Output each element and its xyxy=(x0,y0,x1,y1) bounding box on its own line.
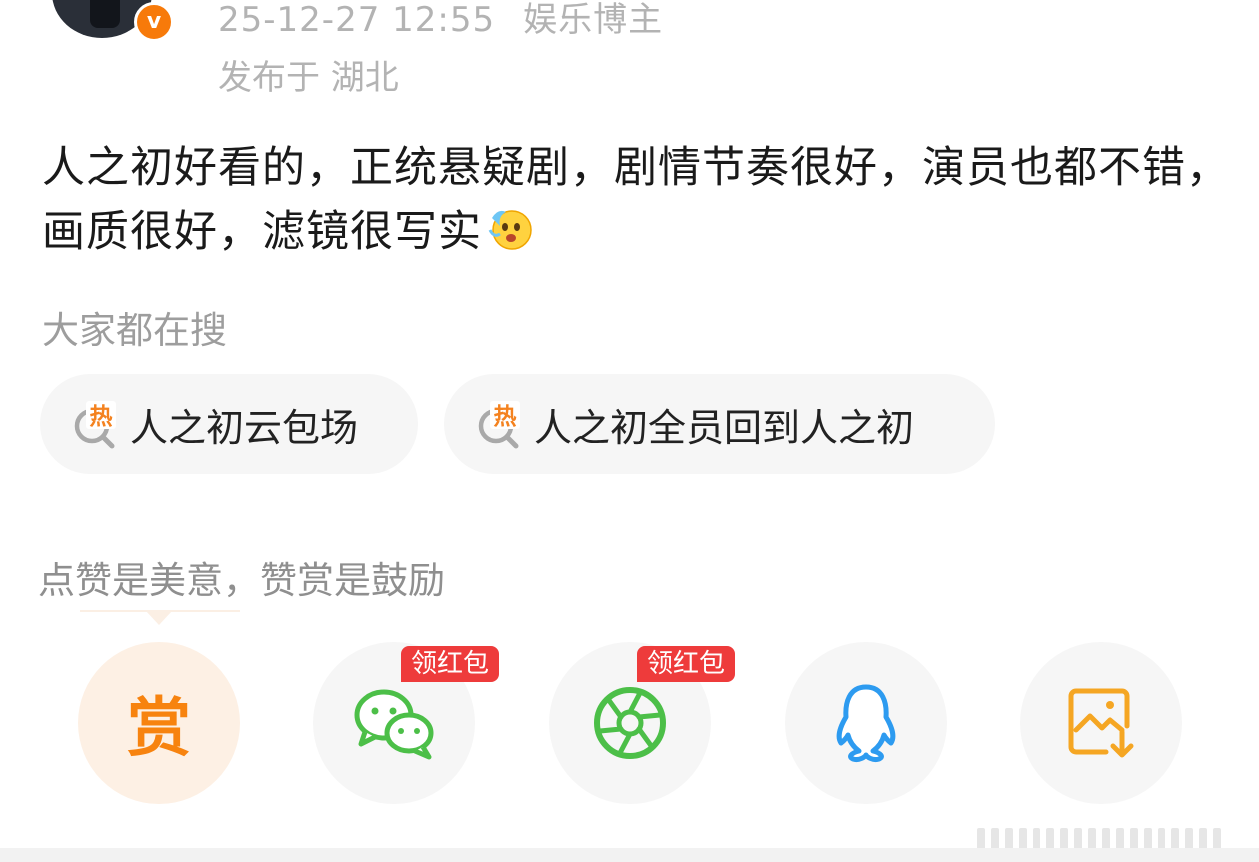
save-image-button[interactable] xyxy=(1020,642,1182,804)
moments-icon xyxy=(594,687,666,759)
post-timestamp: 25-12-27 12:55 xyxy=(218,0,496,40)
post-text: 人之初好看的，正统悬疑剧，剧情节奏很好，演员也都不错，画质很好，滤镜很写实 xyxy=(42,143,1230,257)
verified-badge-icon: v xyxy=(134,2,174,42)
post-content: 人之初好看的，正统悬疑剧，剧情节奏很好，演员也都不错，画质很好，滤镜很写实 xyxy=(42,136,1232,264)
share-qq-button[interactable] xyxy=(785,642,947,804)
red-packet-badge: 领红包 xyxy=(637,646,736,682)
tooltip-arrow-icon xyxy=(146,611,172,625)
author-tag: 娱乐博主 xyxy=(523,0,664,40)
bottom-bar xyxy=(0,848,1259,862)
wechat-icon xyxy=(354,689,434,760)
reward-button[interactable]: 赏 xyxy=(78,642,240,804)
svg-text:热: 热 xyxy=(90,404,113,430)
hot-search-chip[interactable]: 热 人之初全员回到人之初 xyxy=(444,374,995,474)
post-meta: 25-12-27 12:55 娱乐博主 xyxy=(218,0,663,41)
hot-search-icon: 热 xyxy=(74,401,116,449)
red-packet-badge: 领红包 xyxy=(401,646,500,682)
hot-search-label: 人之初云包场 xyxy=(130,405,359,450)
hot-search-label: 人之初全员回到人之初 xyxy=(534,405,915,450)
reward-label: 赏 xyxy=(127,692,191,766)
qq-icon xyxy=(836,684,896,762)
laughing-crying-emoji-icon xyxy=(488,210,532,250)
reward-tagline: 点赞是美意，赞赏是鼓励 xyxy=(38,559,445,602)
hot-search-chip[interactable]: 热 人之初云包场 xyxy=(40,374,418,474)
post-location: 发布于 湖北 xyxy=(218,58,399,98)
hot-search-title: 大家都在搜 xyxy=(42,309,227,352)
svg-text:热: 热 xyxy=(494,404,517,430)
hot-search-icon: 热 xyxy=(478,401,520,449)
save-image-icon xyxy=(1068,688,1134,758)
